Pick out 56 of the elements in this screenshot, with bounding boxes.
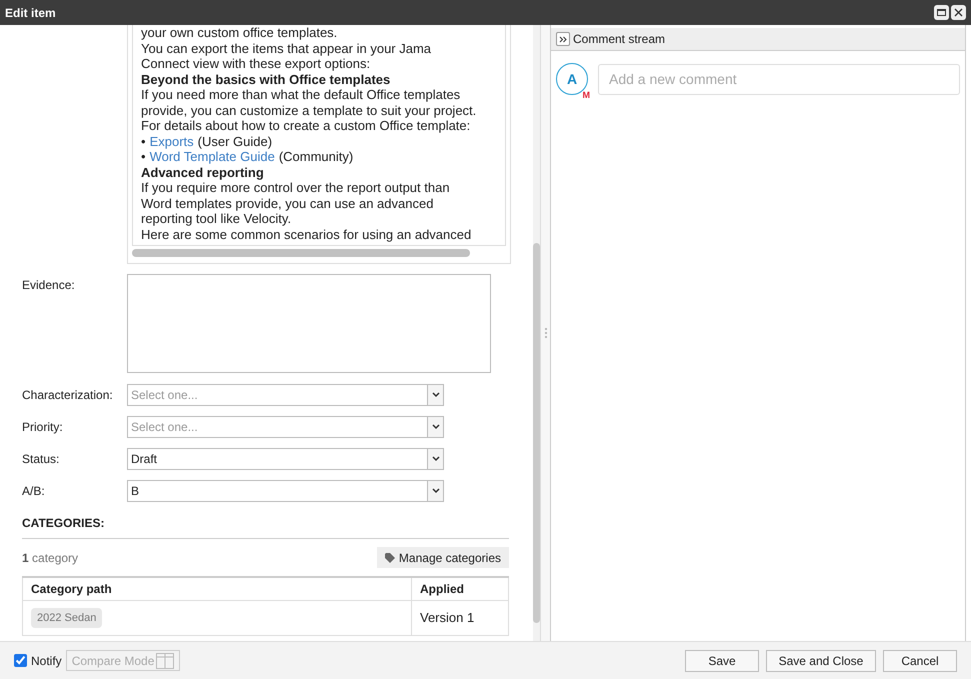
description-text: If you require more control over the report output than — [141, 180, 451, 196]
caret-icon — [432, 488, 440, 494]
maximize-button[interactable] — [934, 5, 949, 20]
description-text: Connect view with these export options: — [141, 56, 372, 72]
caret-icon — [432, 424, 440, 430]
select-field[interactable]: Draft — [127, 448, 444, 470]
tag-icon — [384, 552, 395, 562]
description-text: reporting tool like Velocity. — [141, 211, 292, 226]
evidence-field[interactable] — [127, 274, 491, 373]
notify-checkbox[interactable] — [14, 654, 27, 667]
link-note: (Community) — [278, 149, 354, 164]
field-label: Status: — [22, 451, 60, 468]
scrollbar[interactable] — [533, 243, 540, 623]
avatar-badge: M — [582, 91, 591, 100]
field-label: Evidence: — [22, 277, 76, 294]
manage-categories-button[interactable]: Manage categories — [376, 547, 509, 568]
table-cell: Version 1 — [412, 600, 508, 635]
collapse-button[interactable] — [556, 32, 570, 46]
scrollbar[interactable] — [132, 249, 470, 257]
avatar-letter: A — [566, 70, 578, 88]
column-header: Category path — [22, 577, 412, 600]
footer-button[interactable]: Save — [685, 650, 759, 672]
caret-icon — [432, 392, 440, 398]
category-tag: 2022 Sedan — [31, 608, 102, 628]
footer-button[interactable]: Cancel — [883, 650, 957, 672]
comment-field[interactable]: Add a new comment — [598, 64, 960, 94]
bullet-mark: • — [141, 149, 146, 164]
panel-title: Comment stream — [573, 31, 666, 48]
link-note: (User Guide) — [198, 134, 272, 149]
select-field[interactable]: B — [127, 480, 444, 502]
description-text: If you need more than what the default Office templates — [141, 87, 462, 102]
bullet-mark: • — [141, 134, 146, 149]
close-icon — [954, 8, 963, 17]
link[interactable]: Word Template Guide — [150, 149, 275, 164]
description-text: provide, you can customize a template to suit your project. — [141, 102, 478, 118]
description-text: Here are some common scenarios for using an advanced — [141, 226, 472, 242]
column-header: Applied — [412, 577, 508, 600]
description-text: Word templates provide, you can use an advanced — [141, 196, 434, 211]
category-count: 1 category — [22, 550, 78, 566]
description-text: You can export the items that appear in your Jama — [141, 40, 432, 56]
description-text: your own custom office templates. — [141, 25, 338, 40]
window-title: Edit item — [5, 4, 56, 22]
section-heading: CATEGORIES: — [22, 514, 509, 539]
section-heading: Beyond the basics with Office templates — [141, 72, 392, 87]
link[interactable]: Exports — [150, 134, 194, 149]
chevrons-right-icon — [559, 36, 567, 42]
columns-icon — [156, 652, 174, 668]
description-text: For details about how to create a custom Office template: — [141, 118, 472, 134]
footer-button[interactable]: Save and Close — [766, 650, 876, 672]
caret-icon — [432, 456, 440, 462]
close-button[interactable] — [951, 5, 966, 20]
field-label: A/B: — [22, 483, 46, 500]
section-heading: Advanced reporting — [141, 164, 265, 180]
checkbox-label: Notify — [31, 652, 62, 670]
field-label: Priority: — [22, 419, 64, 436]
field-label: Characterization: — [22, 387, 114, 404]
